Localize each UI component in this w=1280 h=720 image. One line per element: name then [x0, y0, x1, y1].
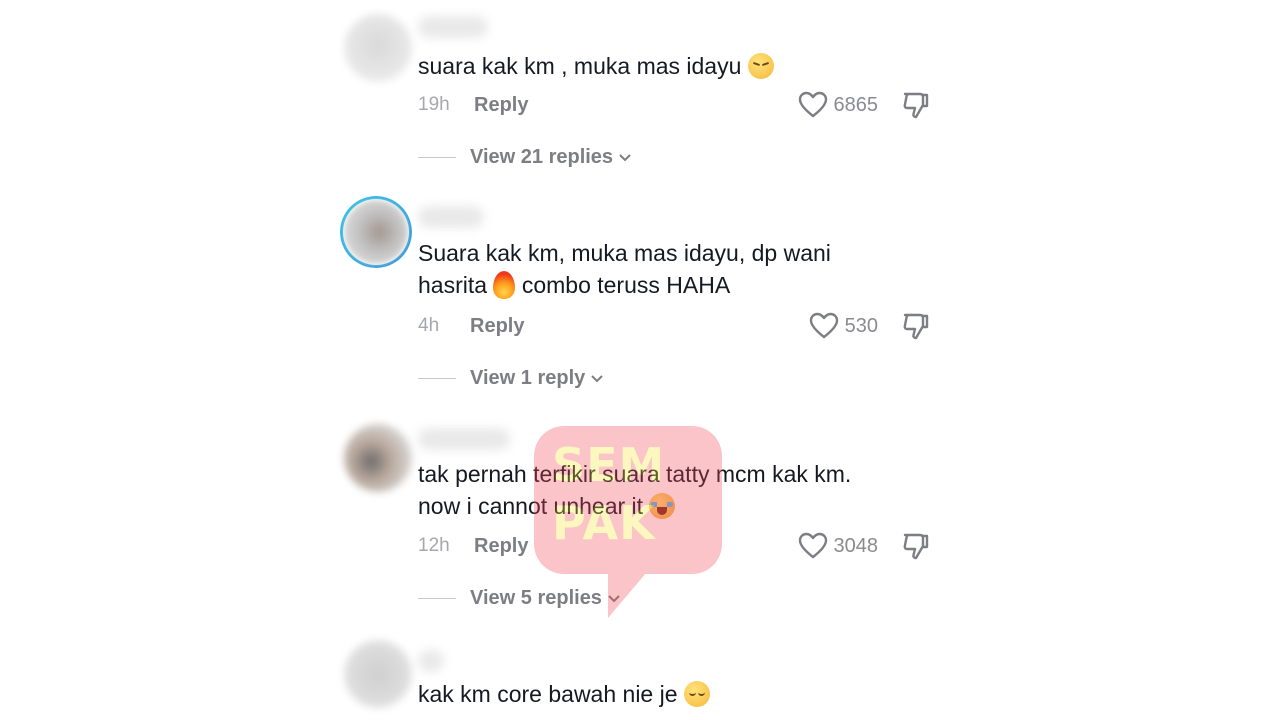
divider [418, 156, 456, 158]
pensive-face-icon [747, 53, 774, 79]
fire-icon [493, 271, 516, 299]
view-replies-button[interactable]: View 21 replies [418, 144, 633, 170]
view-replies-label: View 5 replies [470, 586, 602, 609]
comment-text: Suara kak km, muka mas idayu, dp wani ha… [418, 237, 938, 301]
comment-text-line: suara kak km , muka mas idayu [418, 53, 748, 79]
username-blurred[interactable] [418, 650, 444, 672]
username-blurred[interactable] [418, 16, 488, 38]
comment-item: tak pernah terfikir suara tatty mcm kak … [340, 420, 940, 620]
dislike-button[interactable] [902, 311, 930, 341]
like-button[interactable]: 6865 [798, 91, 879, 119]
reply-button[interactable]: Reply [474, 535, 528, 558]
comment-time: 4h [418, 315, 440, 336]
comment-meta: 4h Reply 530 [418, 312, 930, 340]
dislike-button[interactable] [902, 531, 930, 561]
heart-icon [809, 312, 838, 339]
view-replies-label: View 1 reply [470, 366, 586, 389]
view-replies-button[interactable]: View 1 reply [418, 365, 605, 391]
view-replies-button[interactable]: View 5 replies [418, 585, 622, 611]
comment-text-line: combo teruss HAHA [515, 272, 731, 298]
comment-item: Suara kak km, muka mas idayu, dp wani ha… [340, 196, 940, 400]
thumbs-down-icon [903, 533, 929, 560]
view-replies-label: View 21 replies [470, 145, 614, 168]
heart-icon [798, 532, 827, 559]
chevron-down-icon [589, 372, 605, 384]
avatar[interactable] [344, 424, 412, 492]
avatar[interactable] [344, 640, 412, 708]
thumbs-down-icon [903, 313, 929, 340]
dislike-button[interactable] [902, 90, 930, 120]
chevron-down-icon [617, 151, 633, 163]
avatar[interactable] [344, 14, 412, 82]
divider [418, 597, 456, 599]
comment-text-line: Suara kak km, muka mas idayu, dp wani [418, 240, 831, 266]
reply-button[interactable]: Reply [474, 94, 528, 117]
comment-time: 12h [418, 535, 450, 556]
thumbs-down-icon [903, 92, 929, 119]
relieved-face-icon [683, 681, 710, 707]
comment-text-line: hasrita [418, 272, 494, 298]
comment-text: tak pernah terfikir suara tatty mcm kak … [418, 458, 938, 522]
like-count: 530 [844, 314, 878, 337]
reply-button[interactable]: Reply [470, 315, 524, 338]
divider [418, 377, 456, 379]
comment-meta: 19h Reply 6865 [418, 91, 930, 119]
like-button[interactable]: 3048 [798, 532, 879, 560]
username-blurred[interactable] [418, 206, 484, 228]
comment-text: kak km core bawah nie je [418, 678, 938, 710]
chevron-down-icon [606, 592, 622, 604]
heart-icon [798, 91, 827, 118]
comments-screen: suara kak km , muka mas idayu 19h Reply … [0, 0, 1280, 720]
username-blurred[interactable] [418, 428, 510, 450]
comment-item: suara kak km , muka mas idayu 19h Reply … [340, 10, 940, 180]
comment-text-line: kak km core bawah nie je [418, 681, 684, 707]
comment-meta: 12h Reply 3048 [418, 532, 930, 560]
like-count: 6865 [833, 93, 879, 116]
like-count: 3048 [833, 534, 879, 557]
like-button[interactable]: 530 [809, 312, 878, 340]
comment-text-line: tak pernah terfikir suara tatty mcm kak … [418, 461, 852, 487]
comment-text-line: now i cannot unhear it [418, 493, 650, 519]
comment-time: 19h [418, 94, 450, 115]
comment-text: suara kak km , muka mas idayu [418, 50, 938, 82]
comment-item: kak km core bawah nie je [340, 640, 940, 720]
avatar[interactable] [344, 200, 408, 264]
loudly-crying-face-icon [649, 493, 676, 519]
